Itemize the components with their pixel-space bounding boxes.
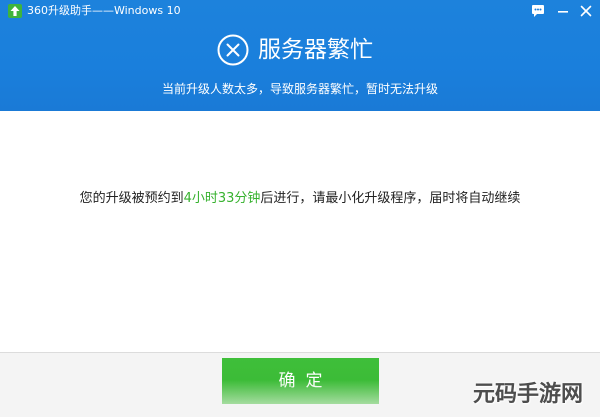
status-header: 360升级助手——Windows 10 服务器繁忙 当前升级人数太多，导致服务器…: [0, 0, 600, 111]
close-button[interactable]: [578, 3, 594, 19]
scheduled-time: 4小时33分钟: [183, 191, 261, 206]
title-bar: 360升级助手——Windows 10: [0, 0, 600, 22]
circle-x-icon: [216, 33, 250, 67]
upgrade-arrow-icon: [8, 4, 22, 18]
upgrade-assistant-window: 360升级助手——Windows 10 服务器繁忙 当前升级人数太多，导致服务器…: [0, 0, 600, 417]
feedback-button[interactable]: [530, 3, 546, 19]
minimize-button[interactable]: [555, 3, 571, 19]
confirm-button[interactable]: 确定: [222, 358, 379, 404]
status-title: 服务器繁忙: [258, 37, 373, 63]
close-icon: [580, 5, 592, 17]
schedule-message: 您的升级被预约到4小时33分钟后进行，请最小化升级程序，届时将自动继续: [0, 189, 600, 209]
message-prefix: 您的升级被预约到: [79, 191, 184, 206]
status-subtitle: 当前升级人数太多，导致服务器繁忙，暂时无法升级: [161, 82, 438, 96]
site-watermark: 元码手游网: [473, 382, 584, 407]
status-row: 服务器繁忙: [0, 33, 600, 69]
message-suffix: 后进行，请最小化升级程序，届时将自动继续: [260, 191, 521, 206]
minimize-icon: [558, 11, 568, 13]
chat-bubble-icon: [532, 5, 544, 17]
window-title: 360升级助手——Windows 10: [27, 4, 181, 17]
